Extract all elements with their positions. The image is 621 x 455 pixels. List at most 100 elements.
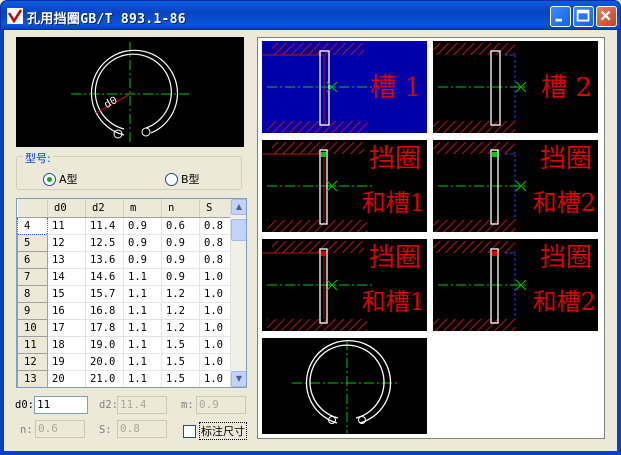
radio-b-label: B型 — [181, 173, 200, 186]
radio-type-a[interactable]: A型 — [43, 171, 78, 187]
row-header[interactable]: 9 — [17, 302, 48, 320]
scroll-up-button[interactable]: ▲ — [231, 199, 246, 215]
table-cell[interactable]: 0.8 — [199, 217, 232, 235]
table-row[interactable]: 10 17 17.8 1.1 1.2 1.0 — [17, 319, 232, 337]
drawing-tile-2[interactable]: 槽 2 — [433, 41, 598, 133]
table-cell[interactable]: 1.1 — [123, 336, 162, 354]
table-row[interactable]: 13 20 21.0 1.1 1.5 1.0 — [17, 370, 232, 387]
d0-input[interactable]: 11 — [34, 396, 88, 414]
row-header[interactable]: 7 — [17, 268, 48, 286]
col-header-s: S — [199, 199, 232, 218]
table-cell[interactable]: 20.0 — [85, 353, 124, 371]
table-cell[interactable]: 16 — [47, 302, 86, 320]
table-cell[interactable]: 19 — [47, 353, 86, 371]
table-cell[interactable]: 1.0 — [199, 336, 232, 354]
table-cell[interactable]: 1.0 — [199, 268, 232, 286]
row-header[interactable]: 4 — [17, 216, 48, 235]
table-cell[interactable]: 1.1 — [123, 370, 162, 387]
table-cell[interactable]: 0.8 — [199, 251, 232, 269]
spec-table[interactable]: d0 d2 m n S 4 11 11.4 0.9 0.6 0.8 5 12 12.5 0.9 0.… — [16, 198, 247, 388]
radio-b-indicator[interactable] — [165, 172, 178, 186]
table-cell[interactable]: 0.9 — [123, 217, 162, 235]
table-cell[interactable]: 12.5 — [85, 234, 124, 252]
table-cell[interactable]: 1.2 — [161, 285, 200, 303]
scroll-down-button[interactable]: ▼ — [231, 371, 246, 387]
scroll-thumb[interactable] — [231, 219, 246, 241]
drawing-tile-1[interactable]: 槽 1 — [262, 41, 427, 133]
table-cell[interactable]: 17.8 — [85, 319, 124, 337]
table-cell[interactable]: 14.6 — [85, 268, 124, 286]
table-cell[interactable]: 12 — [47, 234, 86, 252]
table-cell[interactable]: 17 — [47, 319, 86, 337]
row-header[interactable]: 13 — [17, 370, 48, 387]
table-cell[interactable]: 0.9 — [123, 234, 162, 252]
table-row[interactable]: 8 15 15.7 1.1 1.2 1.0 — [17, 285, 232, 303]
table-cell[interactable]: 1.0 — [199, 353, 232, 371]
table-cell[interactable]: 18 — [47, 336, 86, 354]
table-cell[interactable]: 1.0 — [199, 285, 232, 303]
ring-detail-tile[interactable] — [262, 338, 427, 434]
tile-label-line2: 和槽2 — [532, 189, 596, 217]
table-cell[interactable]: 15 — [47, 285, 86, 303]
table-row[interactable]: 9 16 16.8 1.1 1.2 1.0 — [17, 302, 232, 320]
table-cell[interactable]: 1.0 — [199, 302, 232, 320]
table-row[interactable]: 6 13 13.6 0.9 0.9 0.8 — [17, 251, 232, 269]
radio-type-b[interactable]: B型 — [165, 171, 200, 187]
table-cell[interactable]: 16.8 — [85, 302, 124, 320]
table-cell[interactable]: 1.0 — [199, 370, 232, 387]
table-scrollbar[interactable]: ▲ ▼ — [230, 199, 246, 387]
table-cell[interactable]: 1.2 — [161, 302, 200, 320]
row-header[interactable]: 12 — [17, 353, 48, 371]
row-header[interactable]: 6 — [17, 251, 48, 269]
n-label: n: — [20, 424, 33, 436]
close-button[interactable] — [596, 6, 617, 27]
table-cell[interactable]: 1.2 — [161, 319, 200, 337]
drawing-tile-4[interactable]: 挡圈 和槽2 — [433, 140, 598, 232]
table-row[interactable]: 12 19 20.0 1.1 1.5 1.0 — [17, 353, 232, 371]
table-cell[interactable]: 21.0 — [85, 370, 124, 387]
row-header[interactable]: 8 — [17, 285, 48, 303]
table-cell[interactable]: 1.5 — [161, 336, 200, 354]
maximize-button[interactable] — [573, 6, 594, 27]
annotate-checkbox[interactable]: 标注尺寸 — [183, 422, 247, 440]
table-cell[interactable]: 13.6 — [85, 251, 124, 269]
table-cell[interactable]: 1.1 — [123, 353, 162, 371]
table-row[interactable]: 11 18 19.0 1.1 1.5 1.0 — [17, 336, 232, 354]
drawing-tile-5[interactable]: 挡圈 和槽1 — [262, 239, 427, 331]
table-cell[interactable]: 0.9 — [161, 251, 200, 269]
table-cell[interactable]: 20 — [47, 370, 86, 387]
table-cell[interactable]: 1.1 — [123, 285, 162, 303]
table-cell[interactable]: 0.9 — [123, 251, 162, 269]
row-header[interactable]: 11 — [17, 336, 48, 354]
table-row[interactable]: 7 14 14.6 1.1 0.9 1.0 — [17, 268, 232, 286]
d2-field: 11.4 — [117, 396, 167, 414]
col-header-n: n — [161, 199, 200, 218]
drawing-tile-3[interactable]: 挡圈 和槽1 — [262, 140, 427, 232]
drawing-tile-6[interactable]: 挡圈 和槽2 — [433, 239, 598, 331]
minimize-button[interactable] — [550, 6, 571, 27]
annotate-checkbox-box[interactable] — [183, 424, 196, 438]
row-header[interactable]: 5 — [17, 234, 48, 252]
table-cell[interactable]: 0.6 — [161, 217, 200, 235]
radio-a-indicator[interactable] — [43, 172, 56, 186]
window-title: 孔用挡圈GB/T 893.1-86 — [27, 12, 186, 27]
table-cell[interactable]: 1.5 — [161, 370, 200, 387]
table-row[interactable]: 5 12 12.5 0.9 0.9 0.8 — [17, 234, 232, 252]
radio-a-label: A型 — [59, 173, 78, 186]
table-cell[interactable]: 0.9 — [161, 234, 200, 252]
table-cell[interactable]: 1.0 — [199, 319, 232, 337]
table-row[interactable]: 4 11 11.4 0.9 0.6 0.8 — [17, 216, 232, 235]
table-cell[interactable]: 11.4 — [85, 217, 124, 235]
table-cell[interactable]: 1.1 — [123, 302, 162, 320]
table-cell[interactable]: 14 — [47, 268, 86, 286]
table-cell[interactable]: 13 — [47, 251, 86, 269]
table-cell[interactable]: 11 — [47, 217, 86, 235]
table-cell[interactable]: 1.1 — [123, 319, 162, 337]
table-cell[interactable]: 1.5 — [161, 353, 200, 371]
table-cell[interactable]: 19.0 — [85, 336, 124, 354]
table-cell[interactable]: 0.8 — [199, 234, 232, 252]
table-cell[interactable]: 15.7 — [85, 285, 124, 303]
table-cell[interactable]: 1.1 — [123, 268, 162, 286]
table-cell[interactable]: 0.9 — [161, 268, 200, 286]
row-header[interactable]: 10 — [17, 319, 48, 337]
